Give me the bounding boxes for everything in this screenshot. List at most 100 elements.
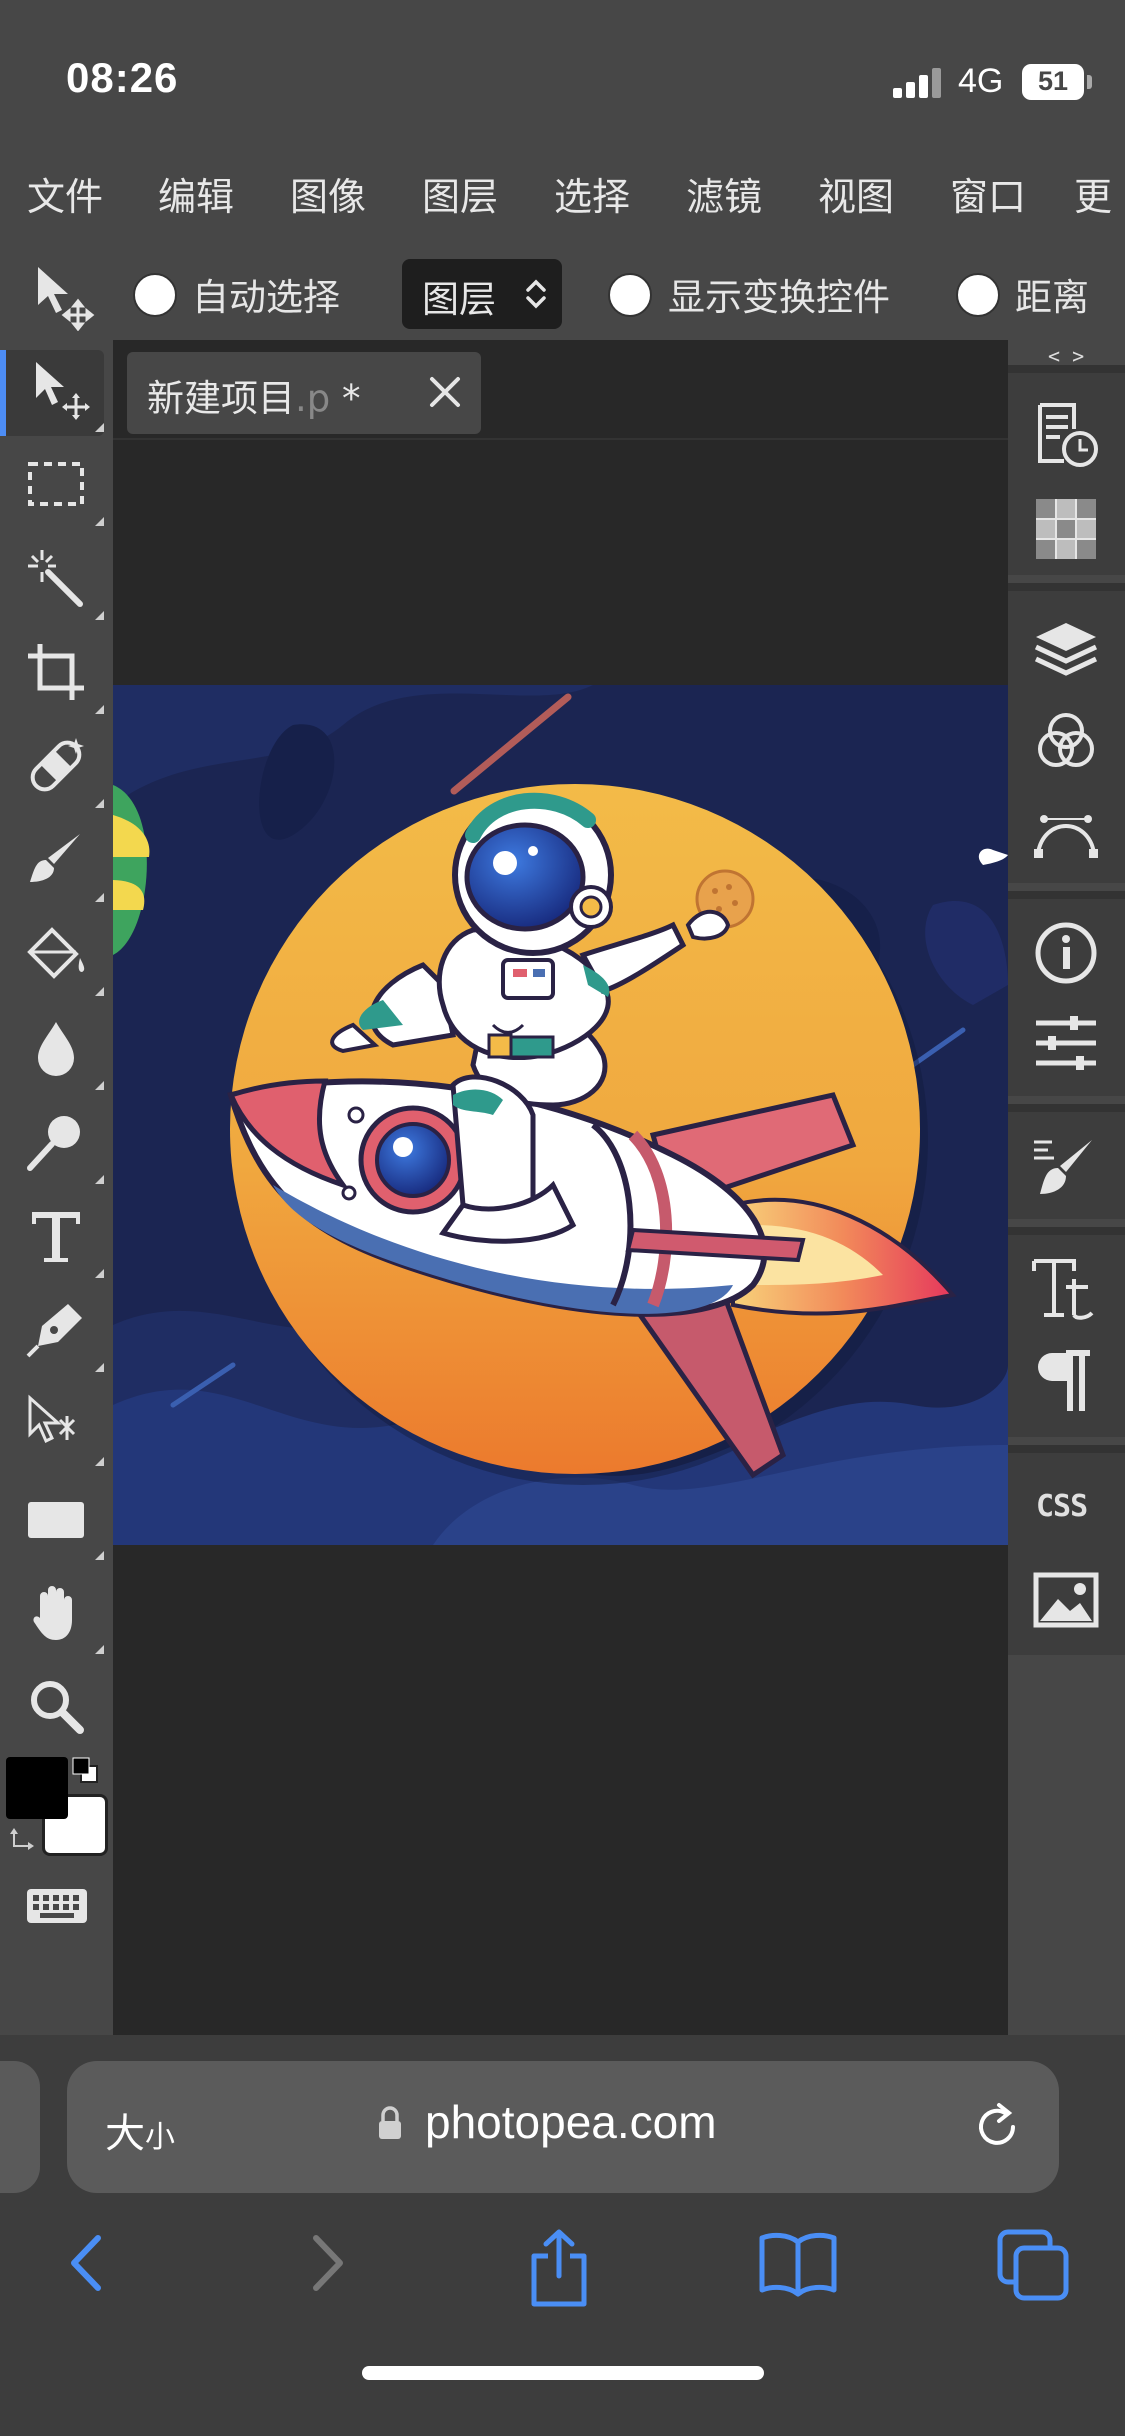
previous-tab-peek[interactable] [0, 2061, 40, 2193]
pen-tool-button[interactable] [18, 1290, 104, 1376]
text-size-button[interactable]: 大小 [105, 2101, 175, 2159]
rectangle-tool-button[interactable] [18, 1478, 104, 1564]
auto-select-target-dropdown[interactable]: 图层 [402, 259, 562, 329]
menu-filter[interactable]: 滤镜 [658, 150, 790, 245]
dodge-tool-button[interactable] [18, 1102, 104, 1188]
url-text: photopea.com [425, 2096, 717, 2148]
brush-icon [30, 834, 80, 882]
document-ext: .p [295, 377, 331, 420]
reload-icon[interactable] [973, 2101, 1023, 2153]
path-select-tool-button[interactable] [18, 1384, 104, 1470]
menu-window[interactable]: 窗口 [922, 150, 1054, 245]
rectangle-icon [28, 1502, 84, 1538]
forward-icon[interactable] [302, 2228, 352, 2298]
address-bar[interactable]: 大小 photopea.com [67, 2061, 1059, 2193]
network-type: 4G [958, 62, 1004, 100]
menu-layer[interactable]: 图层 [394, 150, 526, 245]
layers-icon[interactable] [1030, 613, 1102, 685]
type-tool-button[interactable] [18, 1196, 104, 1282]
magic-wand-tool-button[interactable] [18, 538, 104, 624]
type-icon [32, 1212, 80, 1262]
keyboard-icon[interactable] [26, 1888, 88, 1924]
document-tab-strip: 新建项目.p * [113, 340, 1008, 440]
hand-tool-button[interactable] [18, 1572, 104, 1658]
auto-select-label: 自动选择 [192, 276, 340, 319]
default-colors-icon[interactable] [72, 1757, 98, 1783]
bandage-icon [30, 738, 84, 792]
panel-group-1 [1008, 365, 1125, 575]
brush-tool-button[interactable] [18, 820, 104, 906]
panel-group-3 [1008, 891, 1125, 1096]
right-panel-dock: < > CSS [1008, 340, 1125, 2035]
canvas-workspace[interactable]: 新建项目.p * [113, 340, 1008, 2035]
artwork-astronaut-rocket[interactable] [113, 685, 1008, 1545]
signal-icon [893, 66, 943, 98]
swap-colors-icon[interactable] [10, 1826, 40, 1856]
show-transform-checkbox[interactable] [608, 273, 652, 317]
text-size-small: 小 [145, 2120, 175, 2155]
show-transform-label: 显示变换控件 [668, 276, 890, 319]
adjustments-icon[interactable] [1030, 1007, 1102, 1079]
menu-edit[interactable]: 编辑 [130, 150, 262, 245]
paths-icon[interactable] [1030, 797, 1102, 869]
menu-select[interactable]: 选择 [526, 150, 658, 245]
auto-select-checkbox[interactable] [133, 273, 177, 317]
swatches-icon[interactable] [1030, 493, 1102, 565]
channels-icon[interactable] [1030, 705, 1102, 777]
menu-more[interactable]: 更 [1054, 150, 1125, 245]
document-name: 新建项目 [147, 377, 295, 420]
menu-view[interactable]: 视图 [790, 150, 922, 245]
chevron-updown-icon [526, 279, 546, 309]
back-icon[interactable] [62, 2228, 112, 2298]
battery-tip [1087, 75, 1092, 89]
status-time: 08:26 [66, 54, 179, 101]
marquee-icon [28, 462, 84, 506]
hand-icon [33, 1586, 72, 1640]
battery-level: 51 [1037, 66, 1069, 96]
close-icon[interactable] [427, 374, 463, 410]
dodge-icon [27, 1116, 80, 1171]
character-icon[interactable] [1030, 1253, 1102, 1325]
document-tab[interactable]: 新建项目.p * [127, 352, 481, 434]
path-select-icon [28, 1394, 76, 1444]
menu-image[interactable]: 图像 [262, 150, 394, 245]
distance-label: 距离 [1015, 276, 1089, 319]
document-tab-label: 新建项目.p * [147, 368, 361, 422]
foreground-color-swatch[interactable] [6, 1757, 68, 1819]
pen-icon [26, 1304, 82, 1358]
crop-tool-button[interactable] [18, 632, 104, 718]
bookmarks-icon[interactable] [758, 2228, 838, 2298]
image-icon[interactable] [1030, 1565, 1102, 1637]
paint-bucket-icon [27, 927, 85, 979]
lock-icon [379, 2106, 401, 2139]
move-icon [36, 362, 90, 420]
options-bar: 自动选择 图层 显示变换控件 距离 [0, 245, 1125, 345]
brush-settings-icon[interactable] [1030, 1132, 1102, 1204]
info-icon[interactable] [1030, 917, 1102, 989]
text-size-large: 大 [105, 2111, 145, 2157]
share-icon[interactable] [524, 2228, 594, 2308]
paint-bucket-tool-button[interactable] [18, 914, 104, 1000]
distance-checkbox[interactable] [956, 273, 1000, 317]
magic-wand-icon [28, 550, 83, 607]
home-indicator[interactable] [362, 2366, 764, 2380]
history-icon[interactable] [1030, 399, 1102, 471]
magnifier-icon [31, 1681, 84, 1734]
paragraph-icon[interactable] [1030, 1345, 1102, 1417]
auto-select-target-value: 图层 [422, 278, 496, 321]
move-tool-button[interactable] [0, 350, 104, 436]
zoom-tool-button[interactable] [18, 1666, 104, 1752]
droplet-icon [38, 1022, 74, 1076]
marquee-tool-button[interactable] [18, 444, 104, 530]
document-modified-mark: * [330, 377, 361, 420]
blur-tool-button[interactable] [18, 1008, 104, 1094]
move-tool-preset-icon[interactable] [30, 261, 100, 332]
tabs-icon[interactable] [996, 2228, 1070, 2302]
battery-icon: 51 [1022, 64, 1084, 100]
panel-group-4 [1008, 1104, 1125, 1219]
menu-file[interactable]: 文件 [0, 150, 130, 245]
css-icon[interactable]: CSS [1036, 1489, 1088, 1524]
crop-icon [28, 644, 84, 700]
healing-tool-button[interactable] [18, 726, 104, 812]
panel-group-6: CSS [1008, 1445, 1125, 1655]
